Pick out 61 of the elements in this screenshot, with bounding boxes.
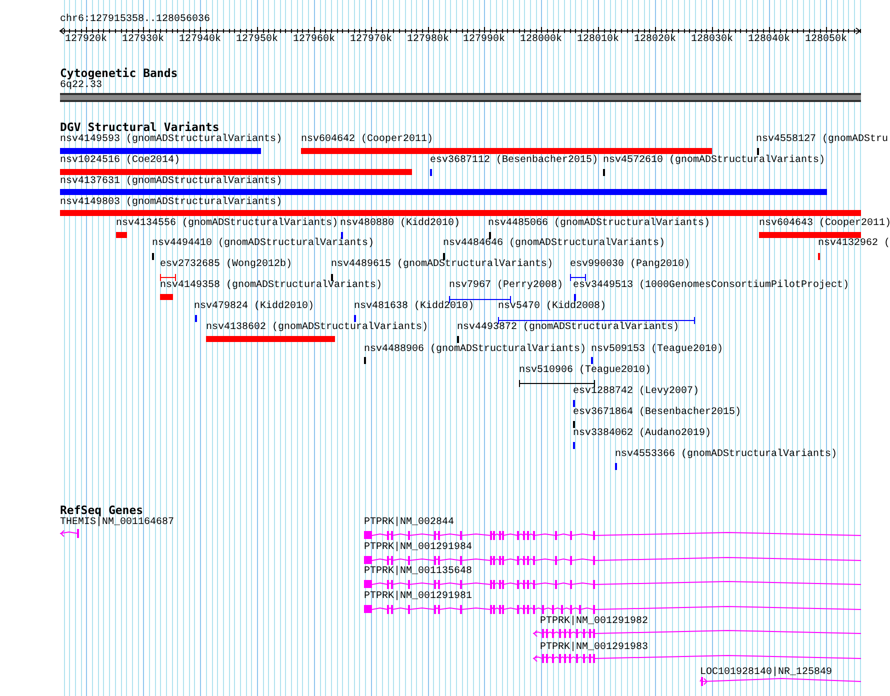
variant-label: esv3671864 (Besenbacher2015) (573, 407, 742, 419)
variant-label: nsv604642 (Cooper2011) (301, 134, 434, 146)
tick-label: 127950k (234, 34, 279, 46)
region-label: chr6:127915358..128056036 (60, 14, 210, 26)
variant-label: nsv4488906 (gnomADStructuralVariants) (364, 344, 586, 356)
tick-label: 127970k (348, 34, 393, 46)
variant-label: nsv479824 (Kidd2010) (194, 301, 314, 313)
tick-label: 128030k (690, 34, 734, 46)
transcript-label: PTPRK|NM_002844 (364, 517, 454, 529)
tick-label: 128040k (746, 34, 791, 46)
variant-label: nsv4572610 (gnomADStructuralVariants) (603, 155, 826, 167)
band-label: 6q22.33 (60, 80, 102, 92)
transcript-label: PTPRK|NM_001291982 (540, 616, 648, 628)
transcript-label: PTPRK|NM_001291984 (364, 542, 472, 554)
variant-label: nsv4489615 (gnomADStructuralVariants) (331, 259, 554, 271)
variant-label: nsv4558127 (gnomADStru (756, 134, 888, 146)
variant-label: nsv3384062 (Audano2019) (573, 428, 712, 440)
variant-label: nsv4134556 (gnomADStructuralVariants) (116, 218, 338, 230)
tick-label: 128000k (518, 34, 563, 46)
tick-label: 128050k (804, 34, 848, 46)
variant-label: nsv481638 (Kidd2010) (354, 301, 474, 313)
variant-label: esv990030 (Pang2010) (570, 259, 690, 271)
transcript-label: PTPRK|NM_001135648 (364, 566, 472, 578)
variant-label: esv3449513 (1000GenomesConsortiumPilotProject) (573, 280, 850, 292)
variant-label: nsv4149358 (gnomADStructuralVariants) (160, 280, 382, 292)
tick-label: 127990k (462, 34, 506, 46)
variant-label: nsv4138602 (gnomADStructuralVariants) (206, 322, 428, 334)
tick-label: 127960k (292, 34, 336, 46)
tick-label: 127980k (406, 34, 450, 46)
variant-label: nsv4149803 (gnomADStructuralVariants) (60, 197, 282, 209)
transcript-label: PTPRK|NM_001291983 (540, 642, 648, 654)
tick-label: 128020k (632, 34, 677, 46)
tick-label: 127920k (64, 34, 108, 46)
track-title: Cytogenetic Bands (60, 67, 178, 80)
transcript-label: THEMIS|NM_001164687 (60, 517, 174, 529)
tick-label: 127940k (178, 34, 222, 46)
variant-label: nsv7967 (Perry2008) (449, 280, 564, 292)
variant-label: nsv4137631 (gnomADStructuralVariants) (60, 176, 282, 188)
variant-label: nsv4484646 (gnomADStructuralVariants) (443, 238, 666, 250)
variant-label: nsv480880 (Kidd2010) (340, 218, 460, 230)
tick-label: 128010k (576, 34, 620, 46)
variant-label: nsv4132962 ( (818, 238, 890, 250)
tick-label: 127930k (120, 34, 165, 46)
variant-label: nsv1024516 (Coe2014) (60, 155, 180, 167)
variant-label: nsv509153 (Teague2010) (591, 344, 724, 356)
track-title: RefSeq Genes (60, 504, 144, 517)
gene-model-drawing (60, 528, 82, 538)
variant-label: nsv4485066 (gnomADStructuralVariants) (488, 218, 710, 230)
variant-label: esv3687112 (Besenbacher2015) (430, 155, 598, 167)
variant-label: nsv4494410 (gnomADStructuralVariants) (152, 238, 374, 250)
variant-label: esv2732685 (Wong2012b) (160, 259, 292, 271)
transcript-label: LOC101928140|NR_125849 (700, 667, 832, 679)
variant-label: nsv510906 (Teague2010) (519, 365, 652, 377)
track-title: DGV Structural Variants (60, 121, 220, 134)
variant-label: nsv4493872 (gnomADStructuralVariants) (457, 322, 680, 334)
variant-label: nsv4149593 (gnomADStructuralVariants) (60, 134, 282, 146)
variant-label: nsv5470 (Kidd2008) (498, 301, 606, 313)
transcript-label: PTPRK|NM_001291981 (364, 591, 472, 603)
variant-label: nsv604643 (Cooper2011) (759, 218, 890, 230)
variant-label: nsv4553366 (gnomADStructuralVariants) (615, 449, 838, 461)
variant-label: esv1288742 (Levy2007) (573, 386, 700, 398)
